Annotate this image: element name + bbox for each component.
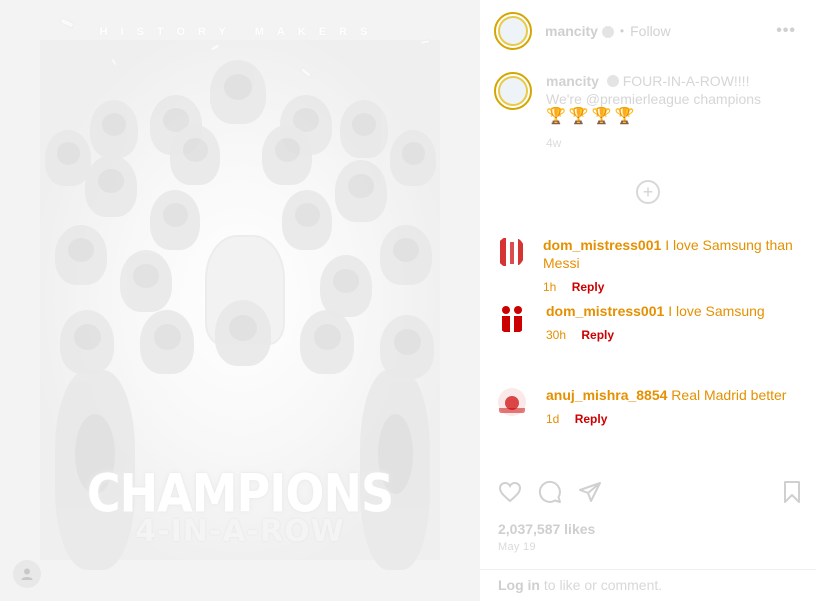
commenter-avatar[interactable] (496, 386, 528, 418)
player-figure (262, 125, 312, 185)
post-date[interactable]: May 19 (498, 541, 536, 553)
comment-time[interactable]: 1h (543, 280, 556, 294)
player-figure (335, 160, 387, 222)
player-figure (150, 190, 200, 250)
player-figure (120, 250, 172, 312)
reply-button[interactable]: Reply (572, 280, 605, 294)
comment-icon[interactable] (538, 480, 562, 504)
login-prompt: Log in to like or comment. (498, 577, 662, 593)
caption-time[interactable]: 4w (546, 134, 761, 152)
comment-time[interactable]: 30h (546, 328, 566, 342)
player-figure (210, 60, 266, 124)
player-figure (55, 225, 107, 285)
player-figure (140, 310, 194, 374)
comment-text: Real Madrid better (671, 387, 787, 403)
player-figure (60, 310, 114, 374)
player-figure (300, 310, 354, 374)
load-more-comments-button[interactable]: + (636, 180, 660, 204)
verified-badge-icon (601, 26, 614, 38)
comment-text: I love Samsung (668, 303, 765, 319)
player-figure (215, 300, 271, 366)
comment-item: anuj_mishra_8854 Real Madrid better 1d R… (496, 386, 806, 428)
player-figure (85, 155, 137, 217)
caption-avatar[interactable] (494, 72, 532, 110)
caption: mancity FOUR-IN-A-ROW!!!! We're @premier… (494, 72, 804, 152)
caption-username[interactable]: mancity (546, 73, 599, 89)
plus-circle-icon: + (642, 182, 654, 202)
comment-time[interactable]: 1d (546, 412, 559, 426)
caption-emoji: 🏆🏆🏆🏆 (546, 108, 638, 125)
profile-avatar[interactable] (494, 12, 532, 50)
comment-item: dom_mistress001 I love Samsung 30h Reply (496, 302, 806, 344)
comment-item: dom_mistress001 I love Samsung than Mess… (496, 236, 806, 296)
reply-button[interactable]: Reply (575, 412, 608, 426)
share-icon[interactable] (578, 480, 602, 504)
caption-line2: We're @premierleague champions (546, 91, 762, 107)
comment-username[interactable]: anuj_mishra_8854 (546, 387, 667, 403)
player-figure (390, 130, 436, 186)
reply-button[interactable]: Reply (581, 328, 614, 342)
caption-text: mancity FOUR-IN-A-ROW!!!! We're @premier… (546, 72, 761, 152)
verified-badge-icon (606, 75, 619, 87)
commenter-avatar[interactable] (496, 236, 525, 268)
player-figure (170, 125, 220, 185)
club-crest-icon (498, 16, 528, 46)
header-username[interactable]: mancity (545, 23, 598, 39)
comment-username[interactable]: dom_mistress001 (546, 303, 664, 319)
follow-button[interactable]: Follow (630, 23, 670, 39)
more-options-button[interactable]: ••• (776, 22, 796, 40)
caption-line1: FOUR-IN-A-ROW!!!! (622, 73, 750, 89)
player-figure (45, 130, 91, 186)
login-link[interactable]: Log in (498, 577, 540, 593)
player-figure (380, 225, 432, 285)
club-crest-icon (498, 76, 528, 106)
likes-count[interactable]: 2,037,587 likes (498, 521, 595, 537)
player-figure (90, 100, 138, 158)
player-figure (320, 255, 372, 317)
post-image[interactable]: HISTORY MAKERS CHAMPIONS 4-IN-A-ROW (0, 0, 480, 601)
post-header: mancity • Follow ••• (480, 0, 816, 62)
separator-dot: • (619, 24, 625, 38)
player-figure (282, 190, 332, 250)
comment-username[interactable]: dom_mistress001 (543, 237, 661, 253)
commenter-avatar[interactable] (496, 302, 528, 334)
user-icon (21, 568, 33, 580)
post-panel: mancity • Follow ••• mancity FOUR-IN-A-R… (480, 0, 816, 601)
tagged-users-button[interactable] (13, 560, 41, 588)
bookmark-icon[interactable] (780, 480, 804, 504)
heart-icon[interactable] (498, 480, 522, 504)
action-bar (498, 480, 804, 504)
divider (480, 569, 816, 570)
login-rest-text: to like or comment. (540, 577, 663, 593)
image-subtitle: 4-IN-A-ROW (135, 514, 345, 549)
player-figure (340, 100, 388, 158)
